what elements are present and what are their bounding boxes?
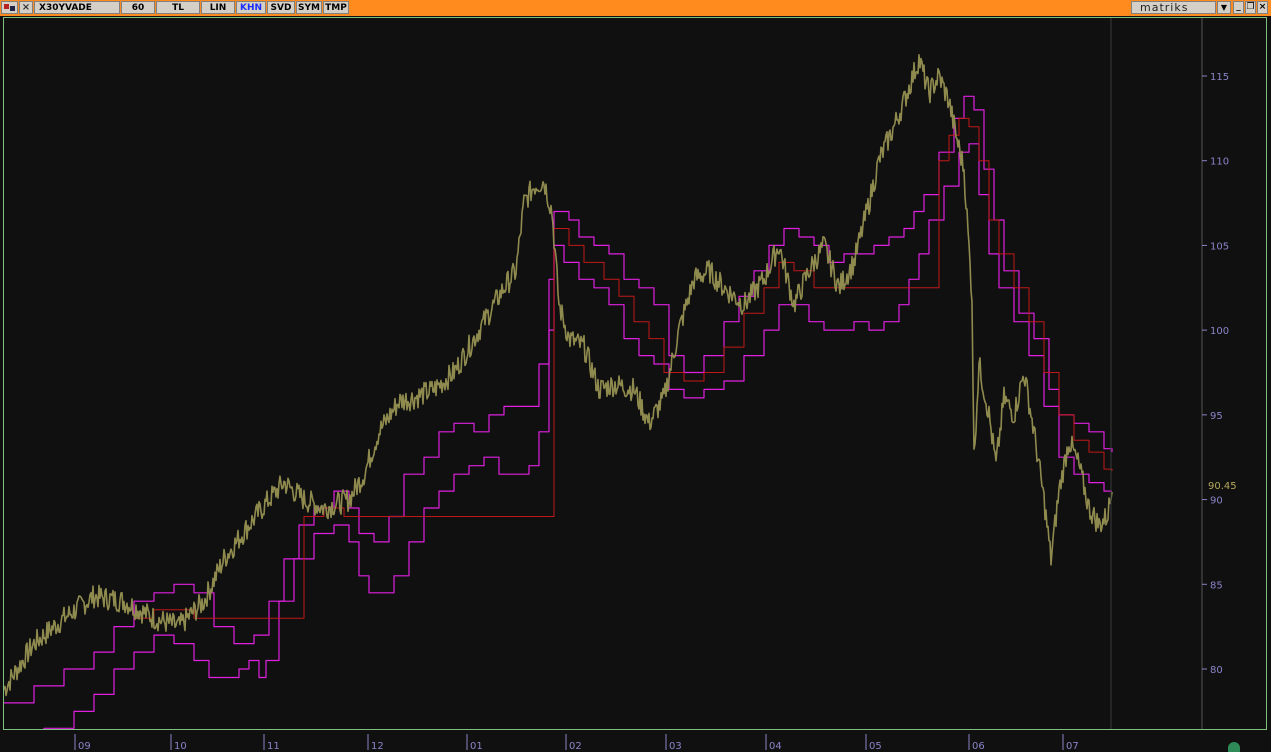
period-button[interactable]: 60: [121, 1, 155, 14]
x-axis: 09 10 11 12 01 02 03 04 05 06 07: [74, 734, 1079, 752]
toolbar: × X30YVADE 60 TL LIN KHN SVD SYM TMP mat…: [0, 0, 1271, 16]
x-tick-label: 10: [174, 741, 187, 752]
currency-button[interactable]: TL: [156, 1, 200, 14]
x-tick-label: 11: [267, 741, 280, 752]
last-value-label: 90.45: [1208, 481, 1237, 492]
brand-logo: matriks: [1131, 1, 1216, 14]
chevron-down-icon[interactable]: ▼: [1217, 1, 1231, 14]
svd-button[interactable]: SVD: [267, 1, 295, 14]
chart-window-icon[interactable]: [1, 1, 18, 14]
x-tick-label: 09: [78, 741, 91, 752]
tmp-button[interactable]: TMP: [323, 1, 349, 14]
x-tick-label: 02: [569, 741, 582, 752]
y-tick-label: 100: [1210, 326, 1229, 337]
khn-button[interactable]: KHN: [236, 1, 266, 14]
symbol-field[interactable]: X30YVADE: [34, 1, 120, 14]
x-tick-label: 03: [669, 741, 682, 752]
y-tick-label: 85: [1210, 580, 1223, 591]
y-tick-label: 90: [1210, 496, 1223, 507]
close-icon[interactable]: ×: [1257, 1, 1268, 14]
restore-icon[interactable]: ❐: [1245, 1, 1256, 14]
y-tick-label: 95: [1210, 411, 1223, 422]
x-tick-label: 12: [371, 741, 384, 752]
y-tick-label: 115: [1210, 72, 1229, 83]
lower-band-line: [43, 143, 1112, 729]
sym-button[interactable]: SYM: [296, 1, 322, 14]
x-tick-label: 06: [972, 741, 985, 752]
x-tick-label: 05: [869, 741, 882, 752]
y-tick-label: 105: [1210, 241, 1229, 252]
linear-scale-button[interactable]: LIN: [201, 1, 235, 14]
chart-area[interactable]: 80 85 90 95 100 105 110 115 90.45: [3, 17, 1267, 730]
x-tick-label: 04: [769, 741, 782, 752]
y-tick-label: 80: [1210, 665, 1223, 676]
price-line: [4, 54, 1113, 697]
price-chart[interactable]: 80 85 90 95 100 105 110 115 90.45: [4, 18, 1266, 729]
upper-band-line: [4, 95, 1113, 704]
close-chart-icon[interactable]: ×: [19, 1, 33, 14]
status-indicator-icon: [1228, 742, 1240, 752]
x-tick-label: 07: [1066, 741, 1079, 752]
minimize-icon[interactable]: _: [1233, 1, 1244, 14]
x-tick-label: 01: [470, 741, 483, 752]
y-tick-label: 110: [1210, 157, 1229, 168]
